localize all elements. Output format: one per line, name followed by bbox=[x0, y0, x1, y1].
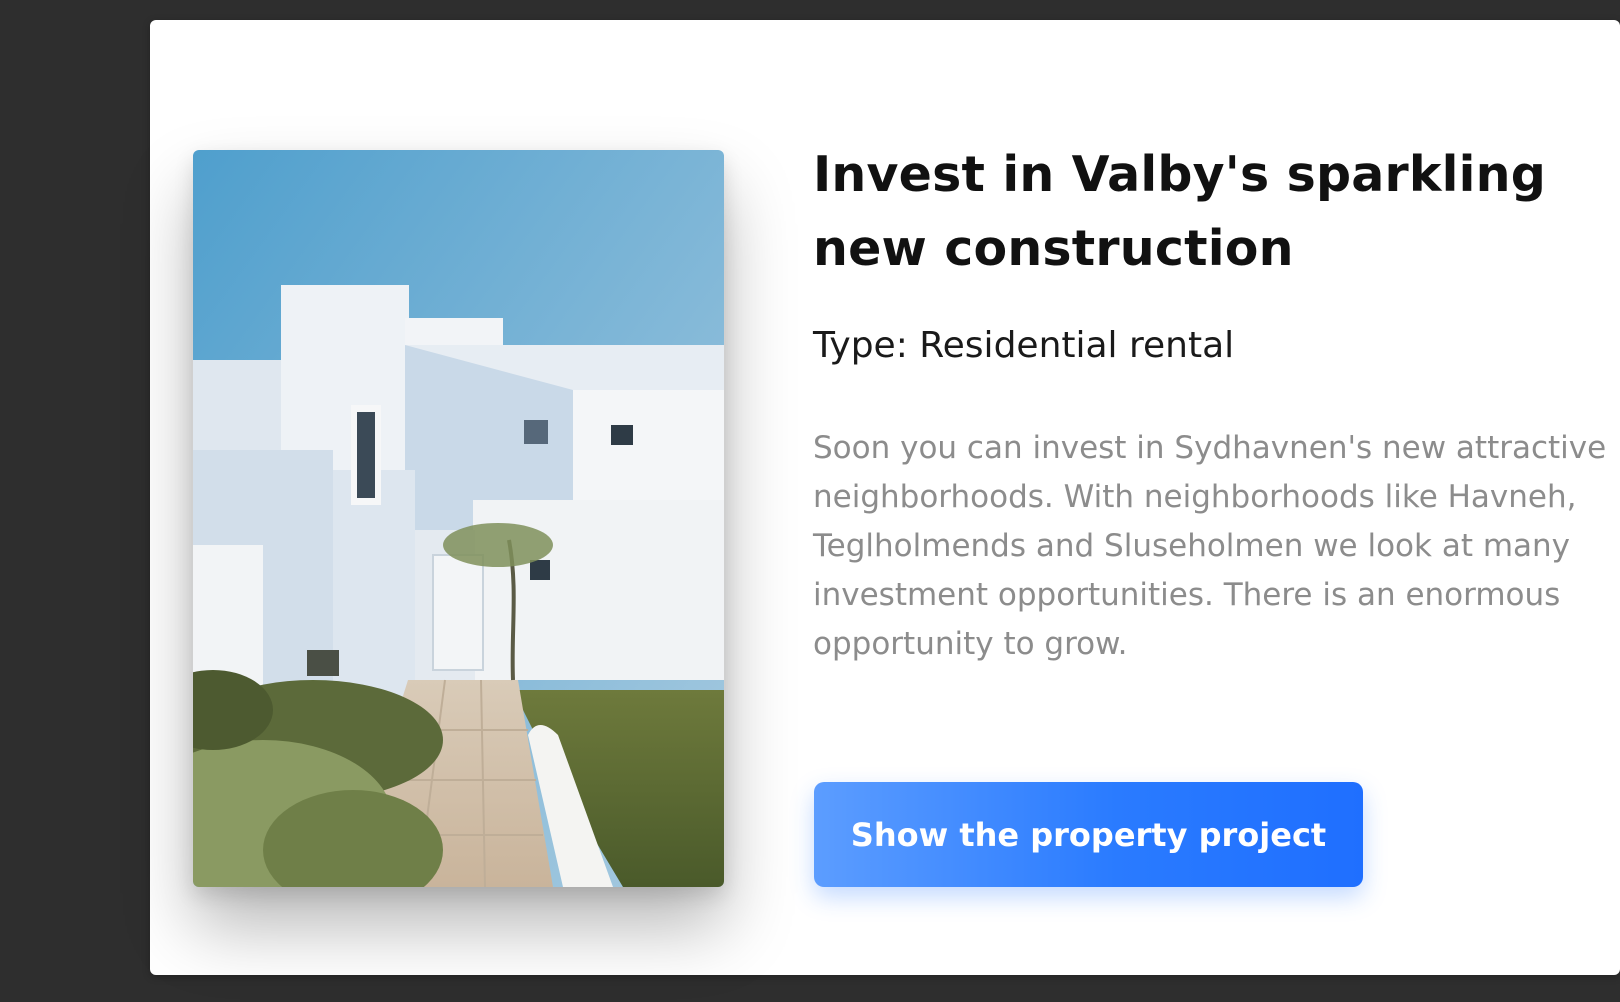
card-content: Invest in Valby's sparkling new construc… bbox=[813, 138, 1620, 700]
show-property-project-button[interactable]: Show the property project bbox=[814, 782, 1363, 887]
property-title: Invest in Valby's sparkling new construc… bbox=[813, 146, 1547, 277]
property-card: Invest in Valby's sparkling new construc… bbox=[150, 20, 1620, 975]
property-description: Soon you can invest in Sydhavnen's new a… bbox=[813, 430, 1607, 662]
property-type: Type: Residential rental bbox=[813, 325, 1235, 366]
app-window: Invest in Valby's sparkling new construc… bbox=[0, 0, 1620, 1002]
property-image bbox=[193, 150, 724, 887]
house-illustration bbox=[193, 150, 724, 887]
